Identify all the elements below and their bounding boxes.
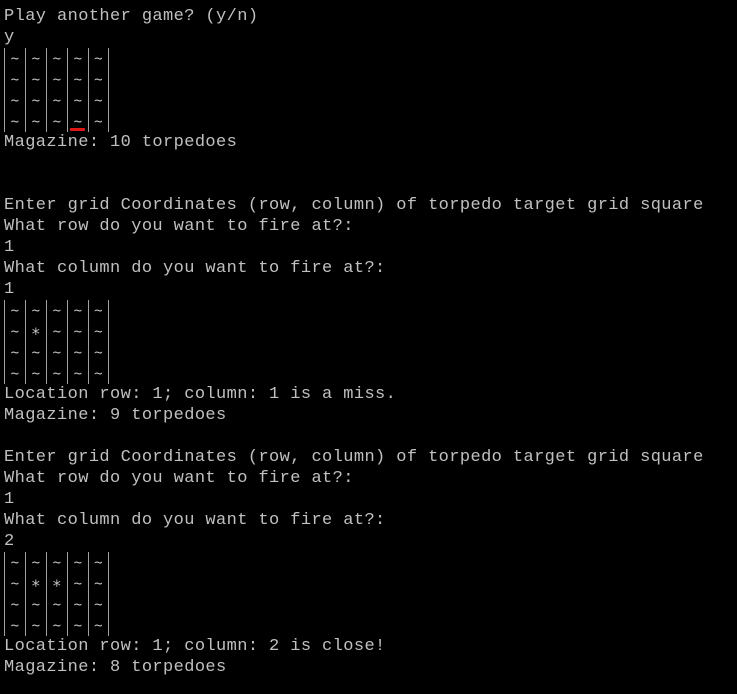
grid-cell-water: ~ <box>4 615 25 636</box>
magazine-count: Magazine: 10 torpedoes <box>4 133 238 152</box>
grid-cell-water: ~ <box>46 552 67 573</box>
text-cursor <box>70 128 85 131</box>
grid-cell-water: ~ <box>4 342 25 363</box>
row-question: What row do you want to fire at?: <box>4 217 354 236</box>
grid-cell-water: ~ <box>4 321 25 342</box>
grid-cell-water: ~ <box>25 48 46 69</box>
grid-cell-water: ~ <box>67 300 88 321</box>
grid-cell-water: ~ <box>46 69 67 90</box>
grid-cell-water: ~ <box>88 321 109 342</box>
grid-cell-fired: * <box>25 321 46 343</box>
grid-cell-water: ~ <box>25 615 46 636</box>
grid-cell-water: ~ <box>67 69 88 90</box>
grid-cell-water: ~ <box>46 615 67 636</box>
grid-cell-water: ~ <box>88 342 109 363</box>
grid-cell-water: ~ <box>67 90 88 111</box>
shot-result: Location row: 1; column: 2 is close! <box>4 637 386 656</box>
magazine-count: Magazine: 8 torpedoes <box>4 658 227 677</box>
grid-cell-water: ~ <box>46 111 67 132</box>
grid-row: ~ * ~ ~ ~ <box>4 321 737 343</box>
grid-row: ~ ~ ~ ~ ~ <box>4 615 737 636</box>
grid-cell-water: ~ <box>88 363 109 384</box>
console-window[interactable]: Play another game? (y/n) y ~ ~ ~ ~ ~ ~ ~ ~ ~ ~ ~ ~ ~… <box>0 0 737 694</box>
grid-cell-water: ~ <box>4 573 25 594</box>
grid-cell-water: ~ <box>46 363 67 384</box>
grid-cell-water: ~ <box>88 111 109 132</box>
grid-cell-water: ~ <box>88 573 109 594</box>
grid-cell-water: ~ <box>88 69 109 90</box>
grid-cell-water: ~ <box>67 111 88 132</box>
grid-row: ~ ~ ~ ~ ~ <box>4 69 737 90</box>
grid-cell-water: ~ <box>25 342 46 363</box>
grid-row: ~ ~ ~ ~ ~ <box>4 90 737 111</box>
grid-cell-water: ~ <box>4 363 25 384</box>
grid-row: ~ ~ ~ ~ ~ <box>4 363 737 384</box>
grid-cell-water: ~ <box>67 594 88 615</box>
grid-cell-water: ~ <box>25 90 46 111</box>
grid-cell-water: ~ <box>46 48 67 69</box>
grid-cell-water: ~ <box>4 69 25 90</box>
grid-cell-water: ~ <box>88 615 109 636</box>
grid-cell-water: ~ <box>67 573 88 594</box>
grid-cell-water: ~ <box>25 363 46 384</box>
column-question: What column do you want to fire at?: <box>4 259 386 278</box>
grid-row: ~ ~ ~ ~ ~ <box>4 300 737 321</box>
grid-cell-water: ~ <box>67 48 88 69</box>
grid-cell-water: ~ <box>67 363 88 384</box>
grid-cell-water: ~ <box>4 594 25 615</box>
grid-row: ~ ~ ~ ~ ~ <box>4 48 737 69</box>
coordinates-prompt: Enter grid Coordinates (row, column) of … <box>4 196 704 215</box>
row-question: What row do you want to fire at?: <box>4 469 354 488</box>
grid-cell-water: ~ <box>88 90 109 111</box>
grid-cell-water: ~ <box>88 552 109 573</box>
grid-row: ~ ~ ~ ~ ~ <box>4 111 737 132</box>
grid-cell-water: ~ <box>25 552 46 573</box>
column-question: What column do you want to fire at?: <box>4 511 386 530</box>
grid-cell-water: ~ <box>25 69 46 90</box>
grid-cell-water: ~ <box>4 90 25 111</box>
row-answer: 1 <box>4 490 15 509</box>
grid-cell-water: ~ <box>4 48 25 69</box>
grid-cell-water: ~ <box>67 342 88 363</box>
grid-cell-water: ~ <box>25 111 46 132</box>
grid-cell-water: ~ <box>46 594 67 615</box>
grid-cell-water: ~ <box>25 594 46 615</box>
grid-cell-fired: * <box>46 573 67 595</box>
grid-cell-water: ~ <box>46 300 67 321</box>
grid-cell-water: ~ <box>4 111 25 132</box>
grid-row: ~ ~ ~ ~ ~ <box>4 594 737 615</box>
console-line-replay-answer: y <box>4 28 15 47</box>
column-answer: 1 <box>4 280 15 299</box>
grid-cell-water: ~ <box>46 90 67 111</box>
coordinates-prompt: Enter grid Coordinates (row, column) of … <box>4 448 704 467</box>
grid-cell-water: ~ <box>88 594 109 615</box>
grid-cell-water: ~ <box>67 615 88 636</box>
grid-cell-water: ~ <box>25 300 46 321</box>
grid-cell-water: ~ <box>88 48 109 69</box>
grid-cell-water: ~ <box>4 552 25 573</box>
console-line-replay-prompt: Play another game? (y/n) <box>4 7 259 26</box>
grid-cell-water: ~ <box>46 321 67 342</box>
grid-row: ~ * * ~ ~ <box>4 573 737 595</box>
grid-cell-water: ~ <box>4 300 25 321</box>
row-answer: 1 <box>4 238 15 257</box>
column-answer: 2 <box>4 532 15 551</box>
grid-cell-water: ~ <box>46 342 67 363</box>
grid-cell-water: ~ <box>67 552 88 573</box>
grid-row: ~ ~ ~ ~ ~ <box>4 342 737 363</box>
magazine-count: Magazine: 9 torpedoes <box>4 406 227 425</box>
game-grid-after-shot-1: ~ ~ ~ ~ ~ ~ * ~ ~ ~ ~ ~ ~ ~ ~ ~ ~ ~ ~ ~ <box>4 300 737 384</box>
game-grid-after-shot-2: ~ ~ ~ ~ ~ ~ * * ~ ~ ~ ~ ~ ~ ~ ~ ~ ~ ~ ~ <box>4 552 737 636</box>
shot-result: Location row: 1; column: 1 is a miss. <box>4 385 397 404</box>
grid-row: ~ ~ ~ ~ ~ <box>4 552 737 573</box>
grid-cell-fired: * <box>25 573 46 595</box>
grid-cell-water: ~ <box>88 300 109 321</box>
game-grid-initial: ~ ~ ~ ~ ~ ~ ~ ~ ~ ~ ~ ~ ~ ~ ~ ~ ~ ~ ~ ~ <box>4 48 737 132</box>
grid-cell-water: ~ <box>67 321 88 342</box>
